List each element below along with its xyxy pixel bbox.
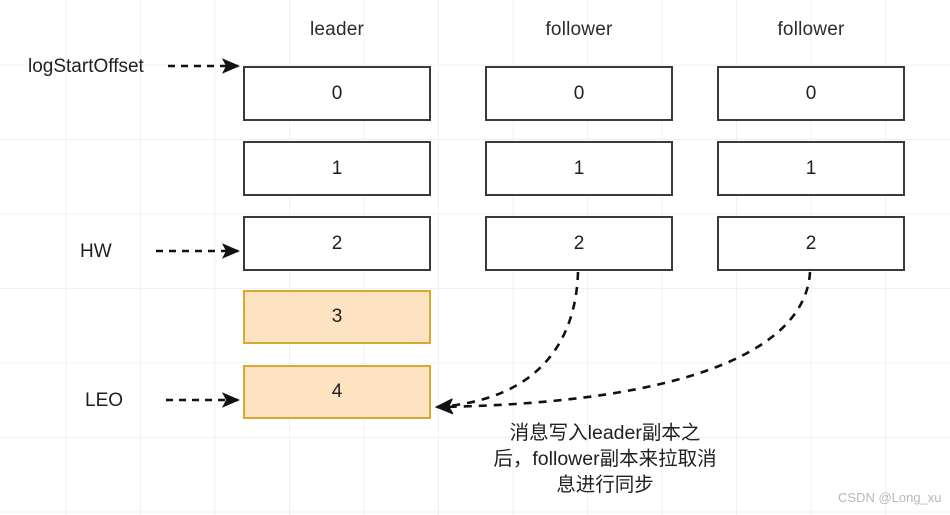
follower1-cell-0: 0 <box>485 66 673 121</box>
follower1-cell-1: 1 <box>485 141 673 196</box>
follower2-cell-2: 2 <box>717 216 905 271</box>
fetch-annotation-line-1: 消息写入leader副本之 <box>509 422 701 444</box>
follower1-fetch-curve <box>434 271 580 414</box>
row-label-logstartoffset: logStartOffset <box>28 56 144 77</box>
column-header-follower-1: follower <box>545 19 613 40</box>
follower2-cell-0: 0 <box>717 66 905 121</box>
csdn-watermark: CSDN @Long_xu <box>838 490 942 505</box>
column-header-follower-2: follower <box>777 19 845 40</box>
follower2-fetch-curve <box>434 271 812 415</box>
leader-cell-0: 0 <box>243 66 431 121</box>
fetch-annotation-line-2: 后，follower副本来拉取消 <box>493 448 717 470</box>
diagram-canvas: leader follower follower logStartOffset … <box>0 0 950 515</box>
row-label-hw: HW <box>80 241 112 262</box>
row-label-leo: LEO <box>85 390 124 411</box>
fetch-annotation-line-3: 息进行同步 <box>556 474 654 496</box>
leader-cell-2: 2 <box>243 216 431 271</box>
leader-cell-3: 3 <box>243 290 431 344</box>
column-header-leader: leader <box>309 19 365 40</box>
leader-cell-1: 1 <box>243 141 431 196</box>
follower1-cell-2: 2 <box>485 216 673 271</box>
fetch-annotation: 消息写入leader副本之 后，follower副本来拉取消 息进行同步 <box>460 420 750 498</box>
leader-cell-4: 4 <box>243 365 431 419</box>
follower2-cell-1: 1 <box>717 141 905 196</box>
